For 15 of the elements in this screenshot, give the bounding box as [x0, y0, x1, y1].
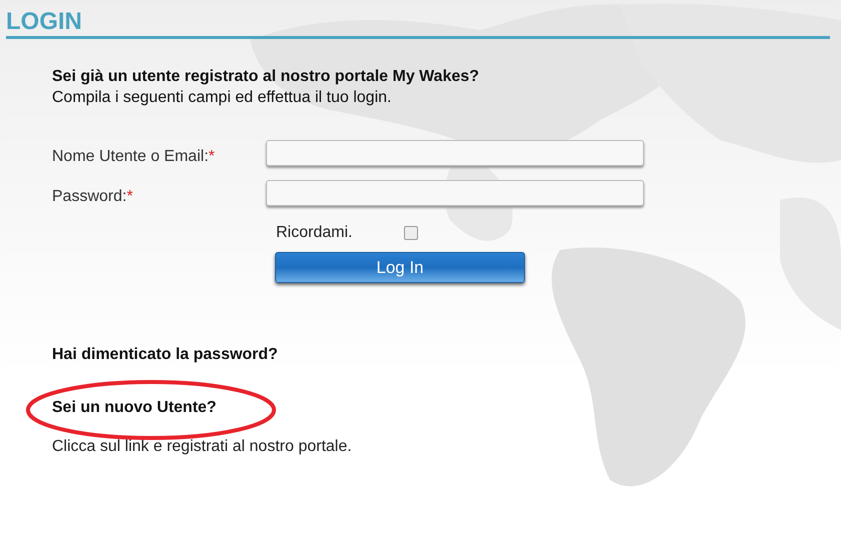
field-label: Password: — [52, 188, 127, 205]
page-title: LOGIN — [6, 8, 83, 36]
intro-text: Compila i seguenti campi ed effettua il tuo login. — [52, 88, 392, 108]
intro-heading: Sei già un utente registrato al nostro portale My Wakes? — [52, 67, 480, 87]
new-user-heading: Sei un nuovo Utente? — [52, 399, 216, 417]
remember-checkbox[interactable] — [404, 226, 418, 240]
forgot-password-heading: Hai dimenticato la password? — [52, 346, 279, 364]
input-field[interactable] — [266, 140, 644, 166]
login-button[interactable]: Log In — [275, 252, 525, 283]
input-field[interactable] — [266, 180, 644, 206]
field-label: Nome Utente o Email: — [52, 148, 209, 165]
remember-label: Ricordami. — [276, 224, 352, 242]
register-text: Clicca sul link e registrati al nostro portale. — [52, 438, 353, 456]
required-mark: * — [208, 148, 215, 165]
required-mark: * — [126, 188, 133, 205]
